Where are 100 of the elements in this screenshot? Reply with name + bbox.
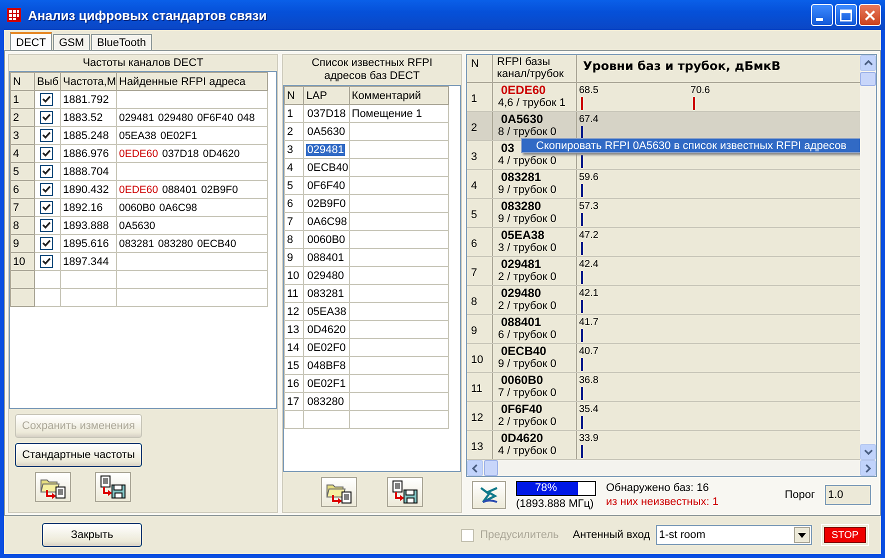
row-number: 9 bbox=[471, 324, 478, 336]
level-reading: 41.7 bbox=[579, 317, 598, 328]
rfpi-text: 0060B0 bbox=[500, 374, 544, 387]
panel-caption: Список известных RFPI адресов баз DECT bbox=[283, 55, 461, 85]
vertical-scrollbar[interactable] bbox=[860, 55, 876, 460]
column-header[interactable]: Выб bbox=[34, 72, 60, 90]
load-button[interactable] bbox=[321, 477, 357, 507]
checkbox[interactable] bbox=[40, 165, 53, 178]
scan-button[interactable] bbox=[472, 481, 506, 509]
channel-info: 7 / трубок 0 bbox=[498, 387, 556, 400]
level-reading: 68.5 bbox=[579, 85, 598, 96]
row-number: 16 bbox=[284, 374, 304, 392]
row-number: 5 bbox=[10, 162, 34, 180]
checkbox[interactable] bbox=[40, 147, 53, 160]
window-title: Анализ цифровых стандартов связи bbox=[28, 8, 267, 22]
level-row[interactable]: 7 029481 2 / трубок 0 42.4 bbox=[467, 257, 860, 286]
minimize-button[interactable] bbox=[811, 4, 833, 26]
stop-button[interactable]: STOP bbox=[824, 527, 866, 543]
channel-info: 9 / трубок 0 bbox=[498, 213, 556, 226]
level-row[interactable]: 4 083281 9 / трубок 0 59.6 bbox=[467, 170, 860, 199]
row-number: 9 bbox=[284, 248, 304, 266]
level-reading: 67.4 bbox=[579, 114, 598, 125]
level-row[interactable]: 12 0F6F40 2 / трубок 0 35.4 bbox=[467, 402, 860, 431]
level-row[interactable]: 11 0060B0 7 / трубок 0 36.8 bbox=[467, 373, 860, 402]
maximize-button[interactable] bbox=[835, 4, 857, 26]
app-icon bbox=[6, 7, 22, 23]
checkbox[interactable] bbox=[40, 237, 53, 250]
close-dialog-button[interactable]: Закрыть bbox=[42, 523, 142, 547]
level-row[interactable]: 2 0A5630 8 / трубок 0 67.4 bbox=[467, 112, 860, 141]
save-button[interactable] bbox=[95, 472, 131, 502]
horizontal-scrollbar[interactable] bbox=[467, 460, 876, 476]
frequency-text: (1893.888 МГц) bbox=[516, 498, 594, 510]
address-text: 0A6C98 bbox=[159, 202, 198, 214]
column-header[interactable]: Уровни баз и трубок, дБмкВ bbox=[577, 55, 860, 82]
bases-found-text: Обнаружено баз: 16 bbox=[606, 481, 710, 495]
tab[interactable]: GSM bbox=[52, 34, 90, 51]
load-button[interactable] bbox=[35, 472, 71, 502]
column-header[interactable]: LAP bbox=[304, 86, 350, 104]
level-row[interactable]: 8 029480 2 / трубок 0 42.1 bbox=[467, 286, 860, 315]
column-header[interactable]: Комментарий bbox=[349, 86, 448, 104]
table-cell: 1885.248 bbox=[60, 126, 116, 144]
antenna-dropdown[interactable]: 1-st room bbox=[656, 525, 812, 545]
progress-label: 78% bbox=[534, 482, 558, 494]
rfpi-text: 0A5630 bbox=[500, 113, 544, 126]
close-button[interactable] bbox=[859, 4, 881, 26]
row-number: 4 bbox=[471, 180, 478, 192]
context-menu[interactable]: Скопировать RFPI 0A5630 в список известных RFPI адресов bbox=[521, 138, 860, 153]
address-text: 048 bbox=[237, 112, 255, 124]
level-row[interactable]: 6 05EA38 3 / трубок 0 47.2 bbox=[467, 228, 860, 257]
checkbox[interactable] bbox=[40, 111, 53, 124]
table-cell: 1886.976 bbox=[60, 144, 116, 162]
save-button[interactable] bbox=[387, 477, 423, 507]
action-button[interactable]: Стандартные частоты bbox=[15, 443, 142, 467]
minimize-icon bbox=[816, 18, 823, 20]
row-number: 3 bbox=[10, 126, 34, 144]
scroll-left-icon[interactable] bbox=[467, 460, 483, 476]
column-header[interactable]: канал/трубок bbox=[497, 68, 576, 80]
channel-info: 9 / трубок 0 bbox=[498, 358, 556, 371]
level-reading: 42.4 bbox=[579, 259, 598, 270]
threshold-field[interactable]: 1.0 bbox=[825, 485, 871, 505]
checkbox[interactable] bbox=[40, 219, 53, 232]
column-header[interactable]: N bbox=[10, 72, 34, 90]
column-header[interactable]: N bbox=[467, 55, 493, 82]
column-header[interactable]: Частота,М bbox=[60, 72, 116, 90]
column-header[interactable]: N bbox=[284, 86, 304, 104]
level-row[interactable]: 10 0ECB40 9 / трубок 0 40.7 bbox=[467, 344, 860, 373]
checkbox[interactable] bbox=[40, 183, 53, 196]
checkbox[interactable] bbox=[40, 93, 53, 106]
scroll-thumb[interactable] bbox=[484, 460, 498, 476]
address-text: 05EA38 bbox=[119, 130, 156, 142]
column-header[interactable]: Найденные RFPI адреса bbox=[116, 72, 268, 90]
address-text: 0F6F40 bbox=[197, 112, 234, 124]
row-number: 1 bbox=[284, 104, 304, 122]
row-number: 10 bbox=[284, 266, 304, 284]
level-row[interactable]: 9 088401 6 / трубок 0 41.7 bbox=[467, 315, 860, 344]
scroll-thumb[interactable] bbox=[860, 72, 876, 86]
channel-info: 2 / трубок 0 bbox=[498, 271, 556, 284]
table-cell: 1888.704 bbox=[60, 162, 116, 180]
scroll-right-icon[interactable] bbox=[860, 460, 876, 476]
scroll-up-icon[interactable] bbox=[860, 55, 876, 71]
checkbox[interactable] bbox=[40, 255, 53, 268]
tab[interactable]: BlueTooth bbox=[91, 34, 152, 51]
lap-cell[interactable]: 029481 bbox=[306, 144, 345, 156]
checkbox[interactable] bbox=[40, 201, 53, 214]
tab[interactable]: DECT bbox=[10, 32, 52, 51]
scroll-down-icon[interactable] bbox=[860, 444, 876, 460]
row-number: 3 bbox=[284, 140, 304, 158]
panel-caption: Частоты каналов DECT bbox=[9, 55, 277, 71]
checkbox[interactable] bbox=[40, 129, 53, 142]
rfpi-text: 029480 bbox=[500, 287, 542, 300]
channel-info: 8 / трубок 0 bbox=[498, 126, 556, 139]
channel-info: 2 / трубок 0 bbox=[498, 416, 556, 429]
rfpi-text: 0D4620 bbox=[500, 432, 544, 445]
rfpi-text: 088401 bbox=[500, 316, 542, 329]
row-number: 13 bbox=[471, 440, 484, 452]
channel-info: 9 / трубок 0 bbox=[498, 184, 556, 197]
level-row[interactable]: 5 083280 9 / трубок 0 57.3 bbox=[467, 199, 860, 228]
column-header[interactable]: RFPI базы bbox=[497, 56, 576, 68]
row-number: 7 bbox=[471, 266, 478, 278]
table-cell: 1895.616 bbox=[60, 234, 116, 252]
